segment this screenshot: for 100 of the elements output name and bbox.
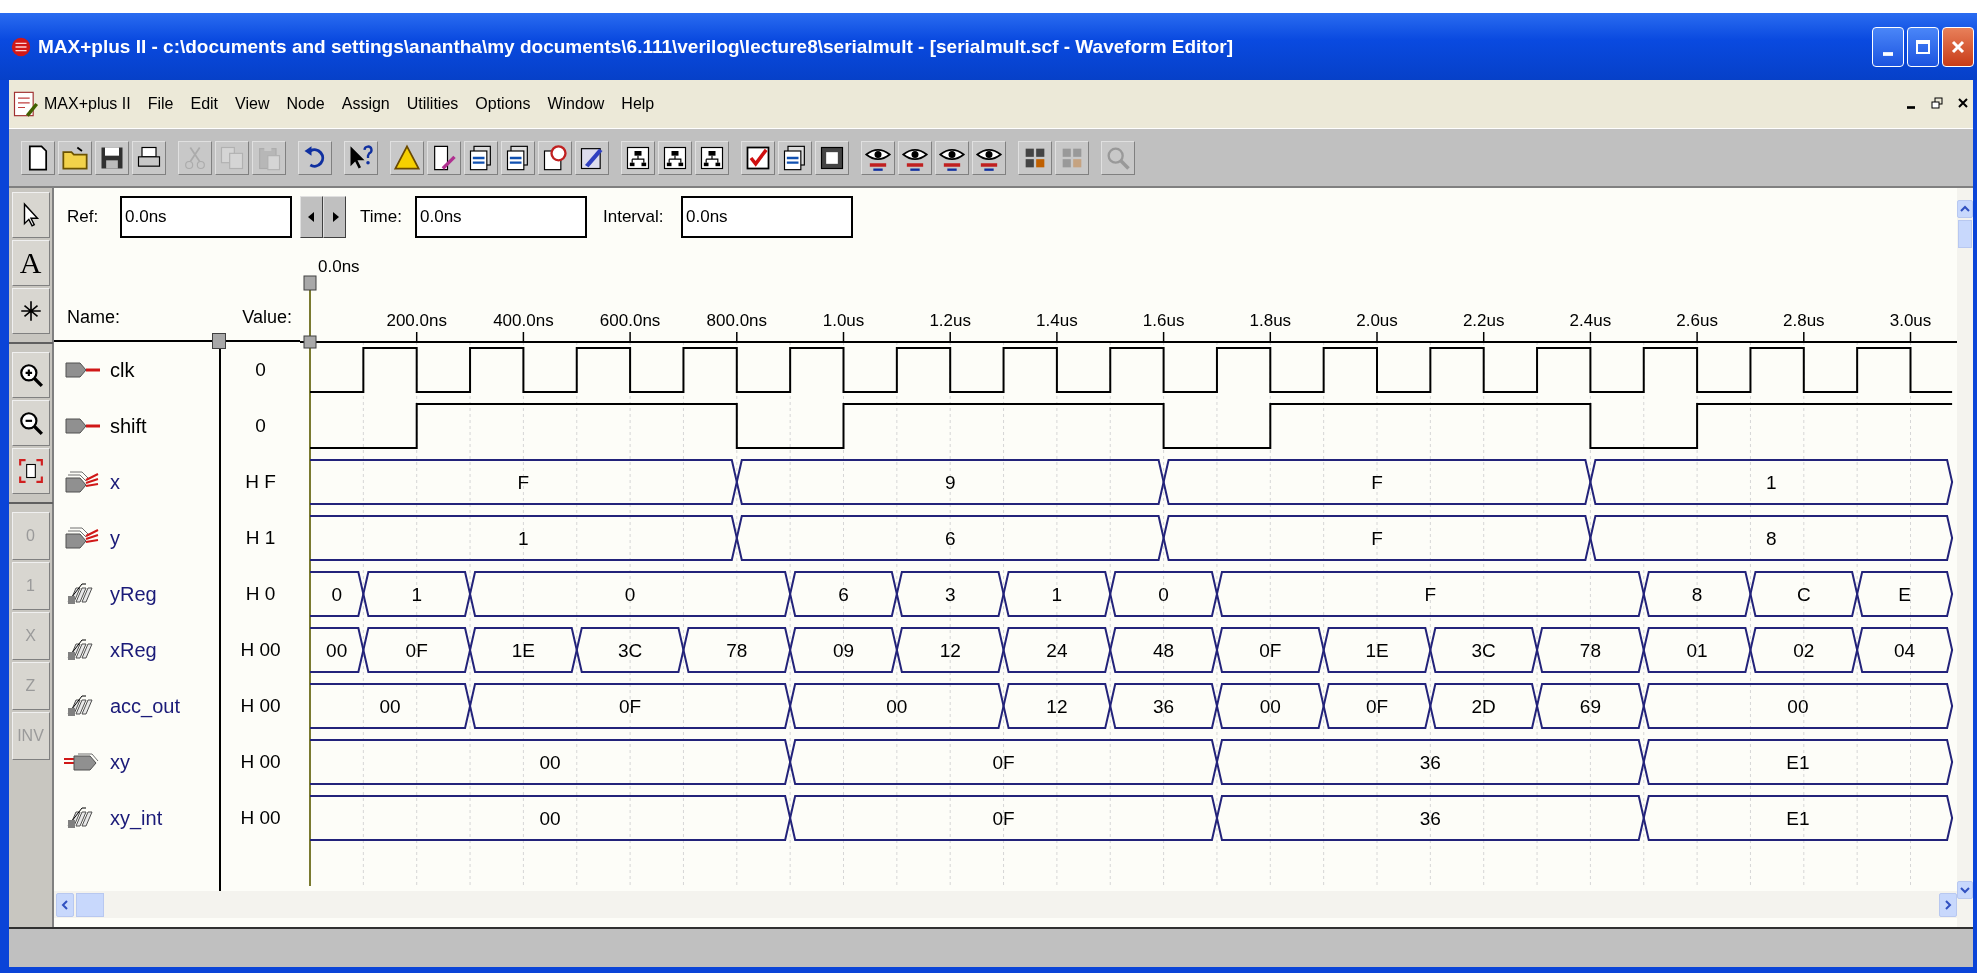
bus-segment[interactable] bbox=[1162, 459, 1592, 505]
bus-segment[interactable] bbox=[309, 515, 738, 561]
eye-icon[interactable] bbox=[972, 140, 1006, 175]
bus-segment[interactable] bbox=[1536, 683, 1645, 729]
zoom-in-icon[interactable] bbox=[11, 352, 50, 398]
menu-item[interactable]: Assign bbox=[341, 95, 390, 113]
bus-segment[interactable] bbox=[1002, 683, 1112, 729]
bus-segment[interactable] bbox=[789, 683, 1005, 729]
hierarchy-icon[interactable] bbox=[695, 140, 729, 175]
pointer-icon[interactable] bbox=[11, 192, 50, 238]
bus-segment[interactable] bbox=[1109, 683, 1218, 729]
signal-name[interactable]: y bbox=[110, 526, 120, 550]
bus-segment[interactable] bbox=[1215, 571, 1645, 617]
bus-segment[interactable] bbox=[1749, 627, 1859, 673]
grid-icon[interactable] bbox=[1018, 140, 1052, 175]
bus-segment[interactable] bbox=[309, 739, 792, 785]
bus-segment[interactable] bbox=[735, 459, 1165, 505]
eye-icon[interactable] bbox=[861, 140, 895, 175]
bus-segment[interactable] bbox=[1642, 683, 1954, 729]
bus-segment[interactable] bbox=[309, 571, 365, 617]
column-divider-handle[interactable] bbox=[212, 333, 226, 349]
bus-segment[interactable] bbox=[1215, 795, 1645, 841]
chart-pen-icon[interactable] bbox=[575, 140, 609, 175]
bus-segment[interactable] bbox=[1109, 571, 1218, 617]
signal-name[interactable]: yReg bbox=[110, 582, 157, 606]
signal-name[interactable]: shift bbox=[110, 414, 147, 438]
signal-name[interactable]: xy bbox=[110, 750, 130, 774]
bus-segment[interactable] bbox=[469, 627, 578, 673]
help-pointer-icon[interactable] bbox=[344, 140, 378, 175]
menu-item[interactable]: Window bbox=[547, 95, 605, 113]
bus-segment[interactable] bbox=[1536, 627, 1645, 673]
bus-segment[interactable] bbox=[309, 627, 365, 673]
menu-item[interactable]: View bbox=[235, 95, 270, 113]
menu-item[interactable]: File bbox=[147, 95, 174, 113]
bus-segment[interactable] bbox=[1589, 459, 1954, 505]
ref-field[interactable]: 0.0ns bbox=[120, 196, 292, 238]
bus-segment[interactable] bbox=[1642, 571, 1752, 617]
bus-segment[interactable] bbox=[1642, 795, 1954, 841]
bit-waveform[interactable] bbox=[309, 347, 1954, 393]
bus-segment[interactable] bbox=[735, 515, 1165, 561]
bus-segment[interactable] bbox=[1856, 627, 1954, 673]
clock-document-icon[interactable] bbox=[538, 140, 572, 175]
scroll-left-button[interactable] bbox=[56, 892, 74, 917]
signal-name[interactable]: acc_out bbox=[110, 694, 181, 718]
text-tool-button[interactable]: A bbox=[11, 240, 50, 286]
time-cursor[interactable] bbox=[303, 275, 317, 887]
fit-page-icon[interactable] bbox=[11, 448, 50, 494]
document-stack-icon[interactable] bbox=[464, 140, 498, 175]
bus-segment[interactable] bbox=[1162, 515, 1592, 561]
open-folder-icon[interactable] bbox=[58, 140, 92, 175]
minimize-button[interactable] bbox=[1872, 26, 1904, 67]
scroll-right-button[interactable] bbox=[1939, 892, 1957, 917]
bus-segment[interactable] bbox=[789, 739, 1218, 785]
new-file-icon[interactable] bbox=[21, 140, 55, 175]
bus-segment[interactable] bbox=[309, 459, 738, 505]
scroll-down-button[interactable] bbox=[1957, 881, 1973, 899]
scroll-thumb[interactable] bbox=[1958, 220, 1972, 248]
bus-segment[interactable] bbox=[1322, 627, 1432, 673]
hierarchy-icon[interactable] bbox=[621, 140, 655, 175]
signal-name[interactable]: xy_int bbox=[110, 806, 163, 830]
menu-item[interactable]: Node bbox=[286, 95, 325, 113]
checkbox-icon[interactable] bbox=[741, 140, 775, 175]
vertical-scrollbar[interactable] bbox=[1957, 188, 1973, 927]
bus-segment[interactable] bbox=[469, 683, 792, 729]
bit-waveform[interactable] bbox=[309, 403, 1954, 449]
signal-name[interactable]: xReg bbox=[110, 638, 157, 662]
bus-segment[interactable] bbox=[789, 627, 898, 673]
document-stack-icon[interactable] bbox=[501, 140, 535, 175]
menu-item[interactable]: Edit bbox=[190, 95, 219, 113]
horizontal-scrollbar[interactable] bbox=[54, 891, 1957, 918]
hierarchy-icon[interactable] bbox=[658, 140, 692, 175]
next-transition-button[interactable] bbox=[323, 196, 346, 238]
menu-item[interactable]: Options bbox=[475, 95, 531, 113]
document-pen-icon[interactable] bbox=[427, 140, 461, 175]
bus-segment[interactable] bbox=[309, 795, 792, 841]
previous-transition-button[interactable] bbox=[300, 196, 323, 238]
bus-segment[interactable] bbox=[1322, 683, 1432, 729]
bus-segment[interactable] bbox=[1642, 739, 1954, 785]
bus-segment[interactable] bbox=[1215, 683, 1325, 729]
scroll-thumb[interactable] bbox=[76, 892, 104, 917]
bus-segment[interactable] bbox=[1589, 515, 1954, 561]
bus-segment[interactable] bbox=[309, 683, 472, 729]
printer-icon[interactable] bbox=[132, 140, 166, 175]
bus-segment[interactable] bbox=[1215, 627, 1325, 673]
bus-segment[interactable] bbox=[1215, 739, 1645, 785]
maximize-button[interactable] bbox=[1907, 26, 1939, 67]
interval-field[interactable]: 0.0ns bbox=[681, 196, 853, 238]
bus-segment[interactable] bbox=[789, 571, 898, 617]
bus-segment[interactable] bbox=[1642, 627, 1752, 673]
signal-name[interactable]: x bbox=[110, 470, 120, 494]
chip-icon[interactable] bbox=[815, 140, 849, 175]
bus-segment[interactable] bbox=[575, 627, 685, 673]
bus-segment[interactable] bbox=[895, 627, 1005, 673]
bus-segment[interactable] bbox=[682, 627, 792, 673]
bus-segment[interactable] bbox=[362, 627, 472, 673]
bus-segment[interactable] bbox=[1109, 627, 1218, 673]
bus-segment[interactable] bbox=[1002, 571, 1112, 617]
bus-segment[interactable] bbox=[1856, 571, 1954, 617]
signal-name[interactable]: clk bbox=[110, 358, 135, 382]
bus-segment[interactable] bbox=[895, 571, 1005, 617]
